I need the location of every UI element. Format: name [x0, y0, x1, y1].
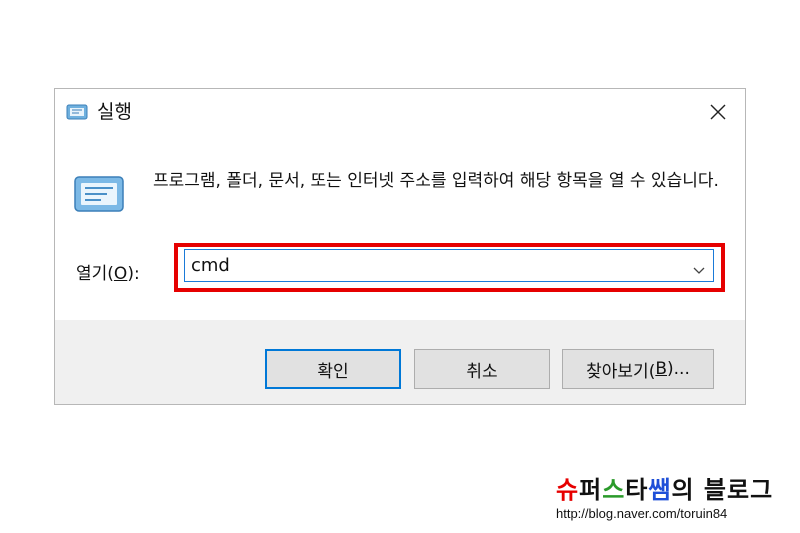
browse-button[interactable]: 찾아보기(B)...: [562, 349, 714, 389]
open-label-prefix: 열기(: [76, 264, 114, 284]
page: 실행 프로그램, 폴더, 문서, 또는 인터넷 주소를 입력하여 해당 항목을 …: [0, 0, 800, 533]
chevron-down-icon[interactable]: [693, 261, 705, 274]
ok-button-label: 확인: [317, 361, 349, 382]
cancel-button[interactable]: 취소: [414, 349, 550, 389]
watermark-title: 슈퍼스타쌤의 블로그: [556, 475, 796, 505]
wm-part: 쌤: [648, 476, 672, 504]
close-icon: [710, 104, 726, 120]
wm-part: 타: [625, 476, 649, 504]
description-text: 프로그램, 폴더, 문서, 또는 인터넷 주소를 입력하여 해당 항목을 열 수…: [153, 171, 719, 191]
run-large-icon: [73, 175, 125, 213]
open-input[interactable]: cmd: [191, 255, 230, 276]
browse-prefix: 찾아보기(: [586, 361, 656, 382]
watermark-url: http://blog.naver.com/toruin84: [556, 506, 728, 521]
browse-accel: B: [655, 359, 668, 379]
open-label: 열기(O):: [76, 259, 140, 284]
run-icon: [66, 104, 88, 120]
ok-button[interactable]: 확인: [265, 349, 401, 389]
browse-suffix: )...: [667, 359, 690, 379]
wm-part: 슈: [556, 476, 580, 504]
button-bar: 확인 취소 찾아보기(B)...: [55, 320, 745, 404]
window-title: 실행: [97, 101, 132, 123]
open-combobox[interactable]: cmd: [184, 249, 714, 282]
content-area: 프로그램, 폴더, 문서, 또는 인터넷 주소를 입력하여 해당 항목을 열 수…: [55, 135, 745, 320]
title-bar[interactable]: 실행: [55, 89, 745, 135]
wm-part: 퍼: [579, 476, 603, 504]
run-dialog: 실행 프로그램, 폴더, 문서, 또는 인터넷 주소를 입력하여 해당 항목을 …: [54, 88, 746, 405]
open-label-suffix: ):: [127, 264, 140, 284]
close-button[interactable]: [703, 98, 733, 126]
wm-part: 의 블로그: [671, 476, 774, 504]
cancel-button-label: 취소: [466, 361, 498, 382]
watermark: 슈퍼스타쌤의 블로그 http://blog.naver.com/toruin8…: [556, 475, 796, 523]
open-label-accel: O: [113, 264, 128, 284]
wm-part: 스: [602, 476, 626, 504]
